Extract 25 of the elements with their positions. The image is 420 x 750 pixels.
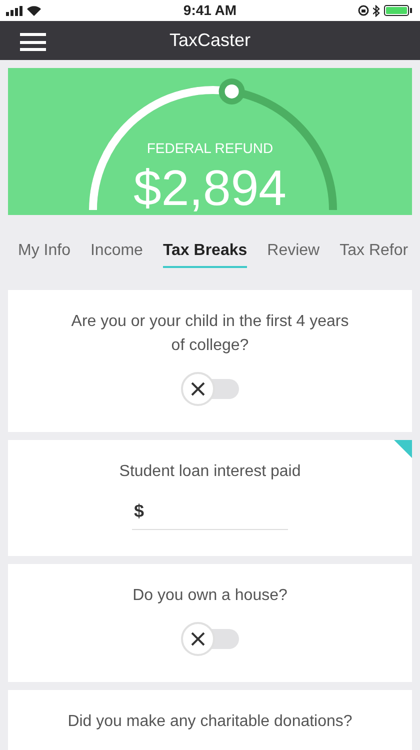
app-title: TaxCaster [169,29,251,52]
question-text: Student loan interest paid [118,462,302,482]
bluetooth-icon [372,4,380,16]
tab[interactable]: My Info [18,235,70,268]
status-time: 9:41 AM [183,1,237,20]
tab[interactable]: Tax Breaks [162,235,248,268]
toggle-switch[interactable] [181,622,239,656]
refund-amount: $2,894 [134,159,286,218]
refund-label: FEDERAL REFUND [146,139,274,158]
signal-icon [6,6,24,16]
rotation-lock-icon [358,5,369,16]
menu-button[interactable] [20,31,46,53]
wifi-icon [27,6,41,16]
question-text: Are you or your child in the first 4 years of college? [70,312,350,356]
amount-field[interactable]: $ [132,494,288,530]
tab[interactable]: Review [267,235,320,268]
close-icon [190,631,206,647]
close-icon [190,381,206,397]
battery-icon [384,5,414,16]
tab[interactable]: Income [90,235,143,268]
tab[interactable]: Tax Refor [340,235,408,268]
question-text: Did you make any charitable donations? [66,712,354,732]
currency-symbol: $ [134,500,144,523]
toggle-switch[interactable] [181,372,239,406]
question-text: Do you own a house? [132,586,288,606]
